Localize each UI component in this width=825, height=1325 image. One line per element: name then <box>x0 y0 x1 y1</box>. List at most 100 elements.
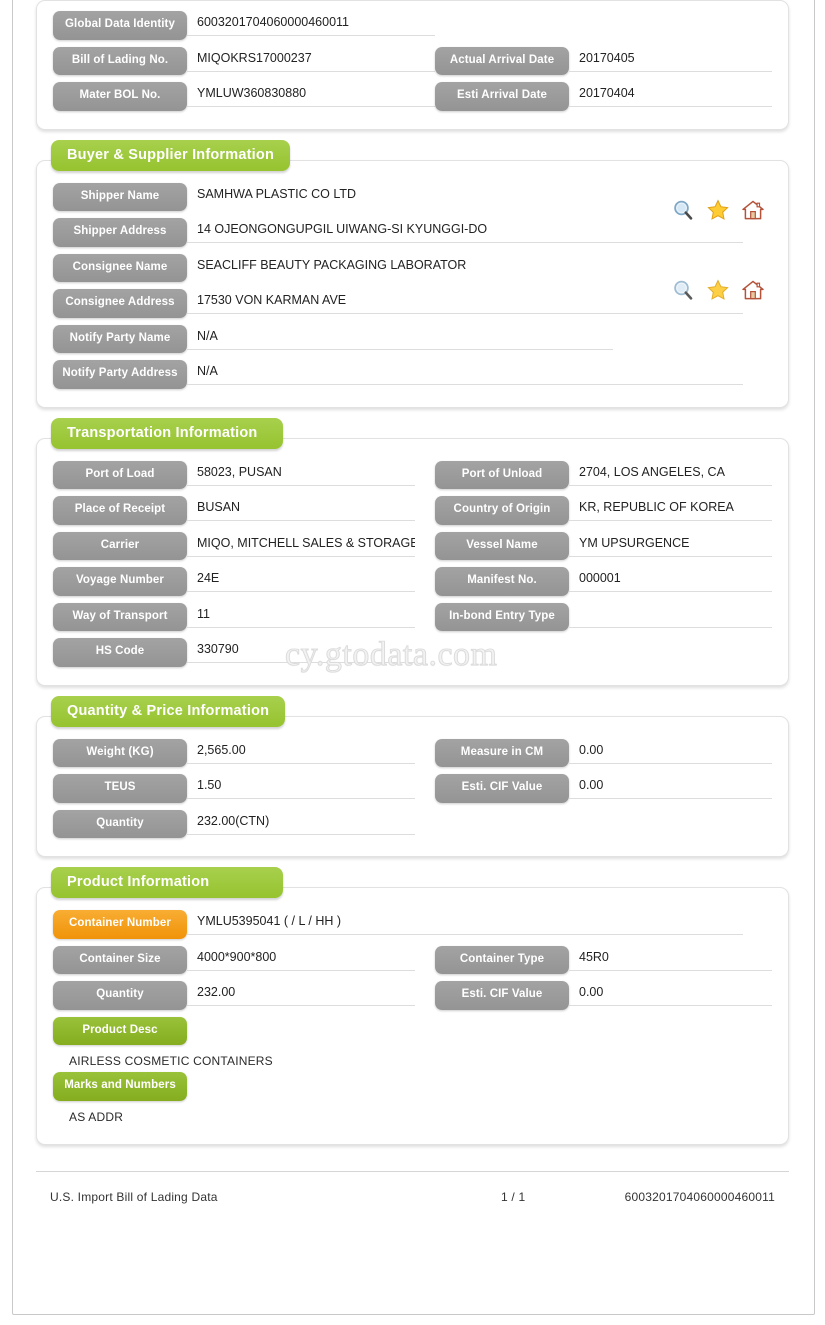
value-way-of-transport[interactable]: 11 <box>187 604 415 628</box>
section-header-buyer-supplier: Buyer & Supplier Information <box>51 139 291 171</box>
field-row-consignee-address: Consignee Address 17530 VON KARMAN AVE <box>53 289 772 318</box>
field-esti-arrival-date: Esti Arrival Date 20170404 <box>435 82 772 111</box>
value-carrier[interactable]: MIQO, MITCHELL SALES & STORAGE I <box>187 533 415 557</box>
field-container-number: Container Number YMLU5395041 ( / L / HH … <box>53 910 743 939</box>
label-product-desc[interactable]: Product Desc <box>53 1016 187 1045</box>
label-consignee-name: Consignee Name <box>53 253 187 282</box>
value-container-size[interactable]: 4000*900*800 <box>187 947 415 971</box>
value-weight-kg[interactable]: 2,565.00 <box>187 740 415 764</box>
field-esti-cif-value: Esti. CIF Value 0.00 <box>435 774 772 803</box>
field-row-product-desc: Product Desc <box>53 1016 772 1045</box>
value-vessel-name[interactable]: YM UPSURGENCE <box>569 533 772 557</box>
label-country-of-origin: Country of Origin <box>435 496 569 525</box>
value-hs-code[interactable]: 330790 <box>187 639 415 663</box>
field-row-hs-code: HS Code 330790 <box>53 638 772 667</box>
label-quantity: Quantity <box>53 809 187 838</box>
value-shipper-address[interactable]: 14 OJEONGONGUPGIL UIWANG-SI KYUNGGI-DO <box>187 219 743 243</box>
label-product-quantity: Quantity <box>53 981 187 1010</box>
star-icon[interactable] <box>707 198 729 221</box>
search-icon[interactable] <box>672 279 694 301</box>
label-way-of-transport: Way of Transport <box>53 602 187 631</box>
footer-reference-id: 6003201704060000460011 <box>624 1189 775 1204</box>
label-marks-and-numbers[interactable]: Marks and Numbers <box>53 1072 187 1101</box>
value-voyage-number[interactable]: 24E <box>187 568 415 592</box>
field-in-bond-entry-type: In-bond Entry Type <box>435 602 772 631</box>
quantity-price-card: Quantity & Price Information Weight (KG)… <box>36 695 789 857</box>
field-row-receipt-origin: Place of Receipt BUSAN Country of Origin… <box>53 496 772 525</box>
field-row-shipper-address: Shipper Address 14 OJEONGONGUPGIL UIWANG… <box>53 218 772 247</box>
field-quantity: Quantity 232.00(CTN) <box>53 809 435 838</box>
label-shipper-name: Shipper Name <box>53 182 187 211</box>
field-row-weight-measure: Weight (KG) 2,565.00 Measure in CM 0.00 <box>53 738 772 767</box>
section-header-product: Product Information <box>51 867 283 898</box>
section-header-transportation: Transportation Information <box>51 417 283 449</box>
value-container-type[interactable]: 45R0 <box>569 947 772 971</box>
field-row-consignee-name: Consignee Name SEACLIFF BEAUTY PACKAGING… <box>53 253 772 282</box>
field-consignee-address: Consignee Address 17530 VON KARMAN AVE <box>53 289 743 318</box>
field-consignee-name: Consignee Name SEACLIFF BEAUTY PACKAGING… <box>53 253 613 282</box>
star-icon[interactable] <box>707 278 729 301</box>
buyer-supplier-card: Buyer & Supplier Information Shipper Nam… <box>36 139 789 408</box>
value-port-of-load[interactable]: 58023, PUSAN <box>187 462 415 486</box>
field-row-global-data-identity: Global Data Identity 6003201704060000460… <box>53 11 772 40</box>
home-icon[interactable] <box>742 279 764 301</box>
home-icon[interactable] <box>742 199 764 221</box>
transportation-card: Transportation Information Port of Load … <box>36 417 789 686</box>
bill-of-lading-page: cy.gtodata.com Global Data Identity 6003… <box>0 0 825 1325</box>
label-port-of-load: Port of Load <box>53 460 187 489</box>
field-hs-code: HS Code 330790 <box>53 638 435 667</box>
value-product-esti-cif-value[interactable]: 0.00 <box>569 982 772 1006</box>
field-place-of-receipt: Place of Receipt BUSAN <box>53 496 435 525</box>
label-bill-of-lading-no: Bill of Lading No. <box>53 46 187 75</box>
value-notify-party-address[interactable]: N/A <box>187 361 743 385</box>
label-place-of-receipt: Place of Receipt <box>53 496 187 525</box>
field-row-notify-party-name: Notify Party Name N/A <box>53 324 772 353</box>
label-notify-party-address: Notify Party Address <box>53 360 187 389</box>
field-row-shipper-name: Shipper Name SAMHWA PLASTIC CO LTD <box>53 182 772 211</box>
label-esti-cif-value: Esti. CIF Value <box>435 774 569 803</box>
label-in-bond-entry-type: In-bond Entry Type <box>435 602 569 631</box>
value-shipper-name[interactable]: SAMHWA PLASTIC CO LTD <box>187 184 613 207</box>
value-container-number[interactable]: YMLU5395041 ( / L / HH ) <box>187 911 743 935</box>
field-row-quantity: Quantity 232.00(CTN) <box>53 809 772 838</box>
value-country-of-origin[interactable]: KR, REPUBLIC OF KOREA <box>569 497 772 521</box>
value-consignee-address[interactable]: 17530 VON KARMAN AVE <box>187 290 743 314</box>
field-shipper-address: Shipper Address 14 OJEONGONGUPGIL UIWANG… <box>53 218 743 247</box>
field-row-notify-party-address: Notify Party Address N/A <box>53 360 772 389</box>
label-carrier: Carrier <box>53 531 187 560</box>
field-row-container-number: Container Number YMLU5395041 ( / L / HH … <box>53 910 772 939</box>
label-container-number[interactable]: Container Number <box>53 910 187 939</box>
field-bill-of-lading-no: Bill of Lading No. MIQOKRS17000237 <box>53 46 435 75</box>
value-actual-arrival-date[interactable]: 20170405 <box>569 48 772 72</box>
field-row-container-size-type: Container Size 4000*900*800 Container Ty… <box>53 945 772 974</box>
value-place-of-receipt[interactable]: BUSAN <box>187 497 415 521</box>
label-measure-in-cm: Measure in CM <box>435 738 569 767</box>
value-teus[interactable]: 1.50 <box>187 775 415 799</box>
value-consignee-name[interactable]: SEACLIFF BEAUTY PACKAGING LABORATOR <box>187 255 613 278</box>
value-measure-in-cm[interactable]: 0.00 <box>569 740 772 764</box>
value-manifest-no[interactable]: 000001 <box>569 568 772 592</box>
field-country-of-origin: Country of Origin KR, REPUBLIC OF KOREA <box>435 496 772 525</box>
label-product-esti-cif-value: Esti. CIF Value <box>435 981 569 1010</box>
field-teus: TEUS 1.50 <box>53 774 435 803</box>
field-weight-kg: Weight (KG) 2,565.00 <box>53 738 435 767</box>
field-port-of-load: Port of Load 58023, PUSAN <box>53 460 435 489</box>
value-global-data-identity[interactable]: 6003201704060000460011 <box>187 12 435 36</box>
value-port-of-unload[interactable]: 2704, LOS ANGELES, CA <box>569 462 772 486</box>
value-mater-bol-no[interactable]: YMLUW360830880 <box>187 83 435 107</box>
field-voyage-number: Voyage Number 24E <box>53 567 435 596</box>
value-notify-party-name[interactable]: N/A <box>187 326 613 350</box>
shipper-action-icons <box>672 198 764 221</box>
value-in-bond-entry-type[interactable] <box>569 604 772 628</box>
field-row-port: Port of Load 58023, PUSAN Port of Unload… <box>53 460 772 489</box>
field-marks-and-numbers: Marks and Numbers <box>53 1072 187 1101</box>
value-bill-of-lading-no[interactable]: MIQOKRS17000237 <box>187 48 435 72</box>
search-icon[interactable] <box>672 199 694 221</box>
label-container-size: Container Size <box>53 945 187 974</box>
field-container-type: Container Type 45R0 <box>435 945 772 974</box>
value-product-quantity[interactable]: 232.00 <box>187 982 415 1006</box>
value-esti-arrival-date[interactable]: 20170404 <box>569 83 772 107</box>
field-shipper-name: Shipper Name SAMHWA PLASTIC CO LTD <box>53 182 613 211</box>
value-esti-cif-value[interactable]: 0.00 <box>569 775 772 799</box>
value-quantity[interactable]: 232.00(CTN) <box>187 811 415 835</box>
